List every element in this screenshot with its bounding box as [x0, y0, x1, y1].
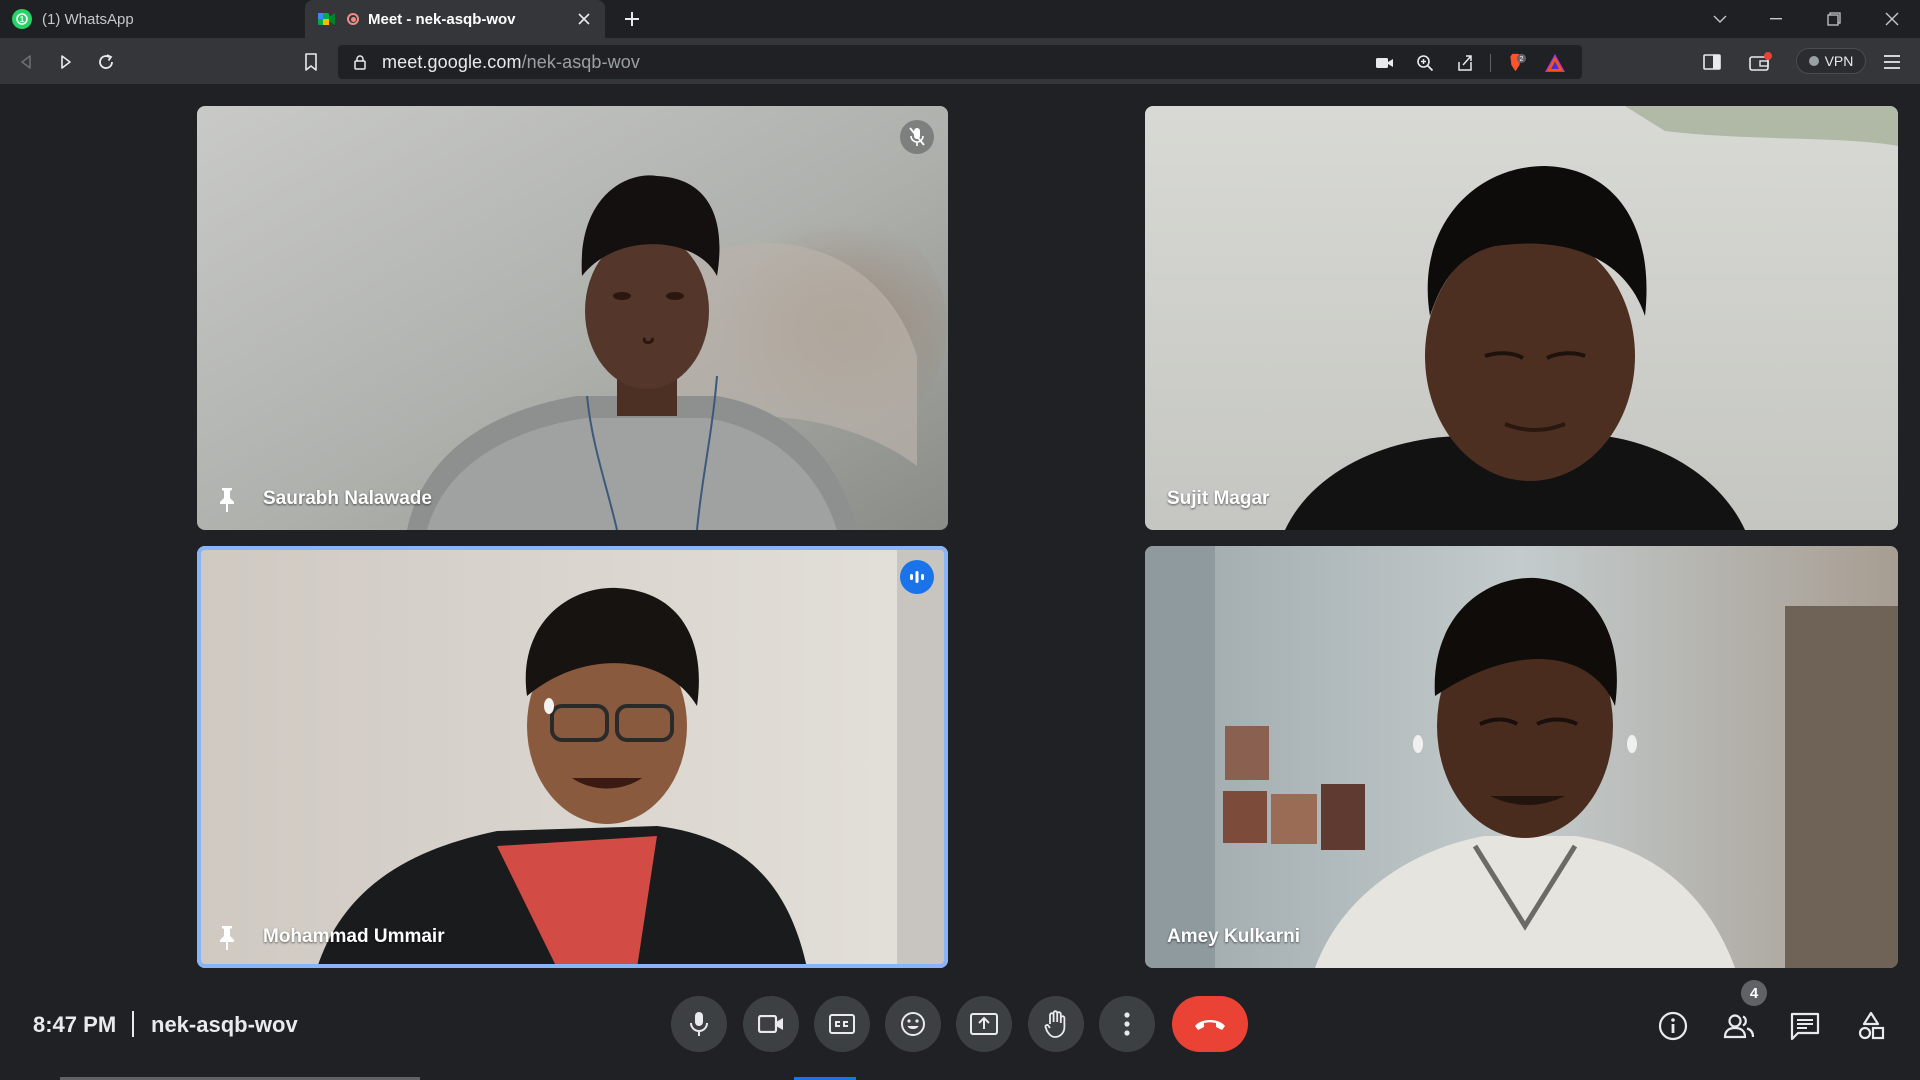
wallet-icon[interactable]	[1749, 50, 1773, 74]
captions-icon	[829, 1014, 855, 1034]
reload-icon[interactable]	[90, 46, 122, 78]
chat-icon[interactable]	[1785, 1006, 1825, 1046]
tab-meet[interactable]: Meet - nek-asqb-wov	[305, 0, 605, 38]
url-host: meet.google.com	[382, 51, 522, 72]
forward-icon[interactable]	[50, 46, 82, 78]
participant-name: Sujit Magar	[1167, 488, 1270, 509]
brave-rewards-icon[interactable]	[1544, 52, 1566, 74]
captions-button[interactable]	[814, 996, 870, 1052]
participant-name: Mohammad Ummair	[263, 926, 445, 947]
participant-count-badge: 4	[1741, 980, 1767, 1006]
microphone-icon	[690, 1012, 708, 1036]
video-feed	[1145, 546, 1898, 968]
vpn-label: VPN	[1824, 53, 1854, 69]
raise-hand-button[interactable]	[1028, 996, 1084, 1052]
shields-count: 2	[1519, 54, 1523, 63]
vpn-status-icon	[1808, 56, 1819, 66]
brave-shields-icon[interactable]: 2	[1504, 52, 1526, 74]
close-window-icon[interactable]	[1868, 0, 1916, 38]
pin-icon[interactable]	[213, 484, 241, 516]
new-tab-icon[interactable]	[618, 5, 646, 33]
emoji-icon	[901, 1012, 925, 1036]
close-tab-icon[interactable]	[575, 10, 593, 28]
lock-icon	[354, 55, 366, 70]
video-feed	[1145, 106, 1898, 530]
camera-icon	[758, 1015, 783, 1033]
zoom-icon[interactable]	[1414, 52, 1436, 74]
restore-icon[interactable]	[1810, 0, 1858, 38]
omnibox-divider	[1490, 54, 1491, 72]
browser-tab-bar: 1 (1) WhatsApp Meet - nek-asqb-wov	[0, 0, 1920, 38]
meeting-clock: 8:47 PM	[33, 1012, 117, 1037]
speaking-indicator-icon	[900, 560, 934, 594]
svg-text:1: 1	[20, 15, 25, 24]
camera-button[interactable]	[743, 996, 799, 1052]
present-screen-button[interactable]	[956, 996, 1012, 1052]
vpn-button[interactable]: VPN	[1796, 48, 1866, 74]
minimize-icon[interactable]	[1752, 0, 1800, 38]
participant-tile[interactable]: Amey Kulkarni	[1145, 546, 1898, 968]
tab-title: (1) WhatsApp	[42, 10, 134, 28]
participant-tile[interactable]: Saurabh Nalawade	[197, 106, 948, 530]
emoji-reactions-button[interactable]	[885, 996, 941, 1052]
address-bar[interactable]: meet.google.com/nek-asqb-wov 2	[338, 45, 1582, 79]
hang-up-icon	[1195, 1020, 1225, 1030]
people-icon[interactable]	[1719, 1006, 1759, 1046]
google-meet-icon	[317, 9, 337, 29]
more-options-button[interactable]	[1099, 996, 1155, 1052]
tab-whatsapp[interactable]: 1 (1) WhatsApp	[0, 0, 305, 38]
participant-tile-active-speaker[interactable]: Mohammad Ummair	[197, 546, 948, 968]
url-text: meet.google.com/nek-asqb-wov	[382, 52, 640, 73]
participant-name: Saurabh Nalawade	[263, 488, 432, 509]
browser-toolbar: meet.google.com/nek-asqb-wov 2 VPN	[0, 38, 1920, 84]
recording-indicator-icon	[347, 13, 359, 25]
pin-icon[interactable]	[213, 922, 241, 954]
muted-mic-icon	[900, 120, 934, 154]
microphone-button[interactable]	[671, 996, 727, 1052]
video-feed	[197, 106, 948, 530]
tab-title: Meet - nek-asqb-wov	[368, 10, 516, 28]
sidebar-toggle-icon[interactable]	[1700, 50, 1724, 74]
whatsapp-icon: 1	[12, 9, 32, 29]
url-path: /nek-asqb-wov	[521, 51, 640, 72]
present-screen-icon	[970, 1013, 998, 1035]
tab-search-chevron-icon[interactable]	[1696, 0, 1744, 38]
meeting-details-icon[interactable]	[1653, 1006, 1693, 1046]
participant-name: Amey Kulkarni	[1167, 926, 1301, 947]
meeting-code: nek-asqb-wov	[151, 1012, 298, 1037]
camera-permission-icon[interactable]	[1374, 52, 1396, 74]
participant-tile[interactable]: Sujit Magar	[1145, 106, 1898, 530]
clock-divider	[132, 1011, 134, 1037]
more-vert-icon	[1124, 1012, 1130, 1036]
leave-call-button[interactable]	[1172, 996, 1248, 1052]
raise-hand-icon	[1044, 1010, 1066, 1038]
bookmark-icon[interactable]	[295, 46, 327, 78]
share-icon[interactable]	[1454, 52, 1476, 74]
back-icon[interactable]	[10, 46, 42, 78]
menu-icon[interactable]	[1880, 50, 1904, 74]
active-speaker-border	[197, 546, 948, 968]
activities-icon[interactable]	[1851, 1006, 1891, 1046]
